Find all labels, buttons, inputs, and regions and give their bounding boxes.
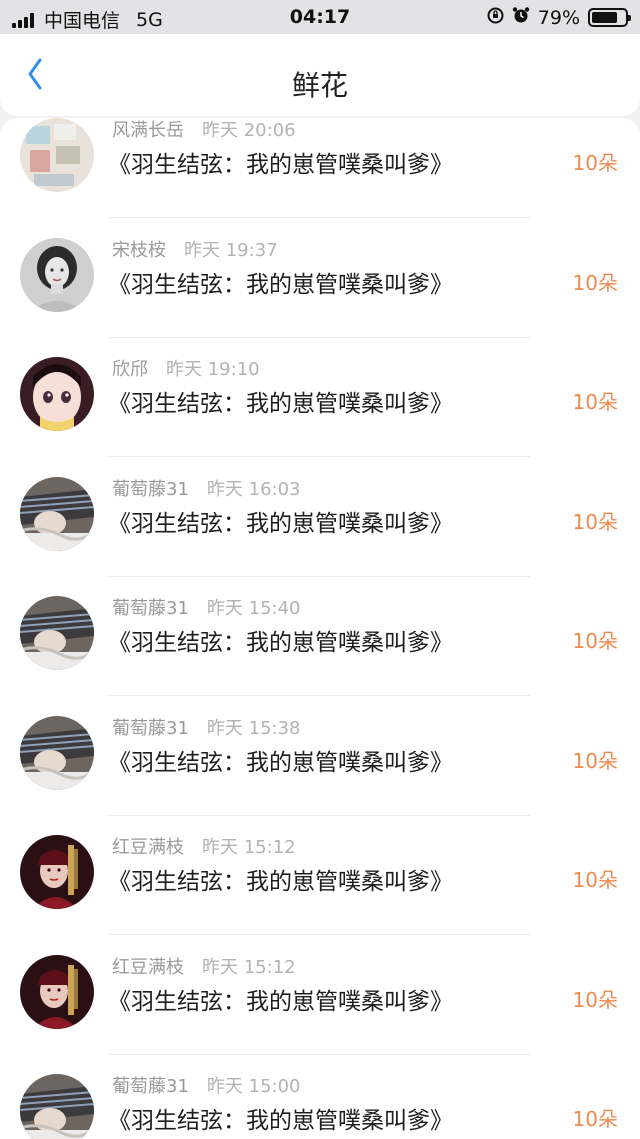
sender-meta: 红豆满枝 昨天 15:12: [112, 953, 296, 979]
flower-count: 10朵: [572, 1107, 618, 1131]
sender-meta: 欣邤 昨天 19:10: [112, 355, 260, 381]
book-title[interactable]: 《羽生结弦：我的崽管噗桑叫爹》: [108, 145, 453, 179]
book-title[interactable]: 《羽生结弦：我的崽管噗桑叫爹》: [108, 504, 453, 538]
sender-meta: 葡萄藤31 昨天 15:38: [112, 714, 301, 740]
book-title[interactable]: 《羽生结弦：我的崽管噗桑叫爹》: [108, 982, 453, 1016]
list-item[interactable]: 宋枝桉 昨天 19:37 《羽生结弦：我的崽管噗桑叫爹》 10朵: [0, 218, 640, 338]
status-right: 79%: [487, 6, 631, 29]
list-item[interactable]: 葡萄藤31 昨天 15:38 《羽生结弦：我的崽管噗桑叫爹》 10朵: [0, 696, 640, 816]
timestamp: 昨天 19:37: [184, 239, 278, 261]
book-title[interactable]: 《羽生结弦：我的崽管噗桑叫爹》: [108, 265, 453, 299]
sender-name[interactable]: 风满长岳: [112, 120, 184, 141]
page-title: 鲜花: [291, 69, 348, 102]
list-item[interactable]: 葡萄藤31 昨天 16:03 《羽生结弦：我的崽管噗桑叫爹》 10朵: [0, 457, 640, 577]
avatar[interactable]: [20, 476, 94, 551]
timestamp: 昨天 20:06: [202, 120, 296, 141]
flower-count: 10朵: [572, 868, 618, 892]
sender-name[interactable]: 葡萄藤31: [112, 598, 189, 619]
avatar[interactable]: [20, 596, 94, 670]
battery-fill: [592, 12, 618, 23]
flower-count: 10朵: [572, 270, 618, 295]
list-item[interactable]: 红豆满枝 昨天 15:12 《羽生结弦：我的崽管噗桑叫爹》 10朵: [0, 935, 640, 1055]
list-item[interactable]: 欣邤 昨天 19:10 《羽生结弦：我的崽管噗桑叫爹》 10朵: [0, 337, 640, 457]
list-item[interactable]: 红豆满枝 昨天 15:12 《羽生结弦：我的崽管噗桑叫爹》 10朵: [0, 815, 640, 935]
sender-meta: 葡萄藤31 昨天 16:03: [112, 475, 301, 501]
list-item[interactable]: 风满长岳 昨天 20:06 《羽生结弦：我的崽管噗桑叫爹》 10朵: [0, 118, 640, 218]
book-title[interactable]: 《羽生结弦：我的崽管噗桑叫爹》: [108, 743, 453, 777]
flower-count: 10朵: [572, 509, 618, 534]
avatar[interactable]: [20, 118, 94, 192]
timestamp: 昨天 15:12: [202, 837, 296, 858]
flower-count: 10朵: [572, 987, 618, 1012]
timestamp: 昨天 19:10: [166, 359, 260, 380]
sender-name[interactable]: 葡萄藤31: [112, 479, 189, 500]
sender-meta: 葡萄藤31 昨天 15:00: [112, 1072, 301, 1098]
flower-count: 10朵: [572, 390, 618, 414]
avatar[interactable]: [20, 715, 94, 790]
timestamp: 昨天 15:38: [206, 717, 301, 739]
book-title[interactable]: 《羽生结弦：我的崽管噗桑叫爹》: [108, 862, 453, 896]
alarm-icon: [512, 6, 530, 29]
flower-count: 10朵: [572, 629, 618, 653]
avatar[interactable]: [20, 835, 94, 909]
avatar[interactable]: [20, 954, 94, 1029]
flower-record-list[interactable]: 风满长岳 昨天 20:06 《羽生结弦：我的崽管噗桑叫爹》 10朵 宋枝桉 昨天 19:3…: [0, 118, 640, 1139]
timestamp: 昨天 15:12: [202, 956, 296, 978]
list-item[interactable]: 葡萄藤31 昨天 15:40 《羽生结弦：我的崽管噗桑叫爹》 10朵: [0, 576, 640, 696]
sender-meta: 葡萄藤31 昨天 15:40: [112, 594, 301, 620]
avatar[interactable]: [20, 237, 94, 312]
book-title[interactable]: 《羽生结弦：我的崽管噗桑叫爹》: [108, 623, 453, 657]
navigation-bar: 鲜花: [0, 34, 640, 116]
sender-name[interactable]: 欣邤: [112, 359, 148, 380]
sender-name[interactable]: 葡萄藤31: [112, 1076, 189, 1097]
sender-name[interactable]: 红豆满枝: [112, 837, 184, 858]
sender-name[interactable]: 宋枝桉: [112, 240, 166, 261]
flower-count: 10朵: [572, 151, 618, 175]
sender-meta: 风满长岳 昨天 20:06: [112, 118, 296, 142]
sender-meta: 宋枝桉 昨天 19:37: [112, 236, 278, 262]
avatar[interactable]: [20, 357, 94, 431]
battery-percent: 79%: [537, 6, 580, 29]
status-bar: 中国电信 5G 04:17 79%: [0, 0, 640, 34]
sender-meta: 红豆满枝 昨天 15:12: [112, 833, 296, 859]
avatar[interactable]: [20, 1074, 94, 1139]
timestamp: 昨天 16:03: [206, 478, 301, 500]
book-title[interactable]: 《羽生结弦：我的崽管噗桑叫爹》: [108, 1101, 453, 1135]
flower-count: 10朵: [572, 748, 618, 773]
sender-name[interactable]: 红豆满枝: [112, 957, 184, 978]
sender-name[interactable]: 葡萄藤31: [112, 718, 189, 739]
battery-icon: [588, 8, 631, 27]
timestamp: 昨天 15:40: [206, 598, 301, 619]
list-item[interactable]: 葡萄藤31 昨天 15:00 《羽生结弦：我的崽管噗桑叫爹》 10朵: [0, 1054, 640, 1139]
book-title[interactable]: 《羽生结弦：我的崽管噗桑叫爹》: [108, 384, 453, 418]
rotation-lock-icon: [487, 7, 504, 29]
timestamp: 昨天 15:00: [206, 1076, 301, 1097]
